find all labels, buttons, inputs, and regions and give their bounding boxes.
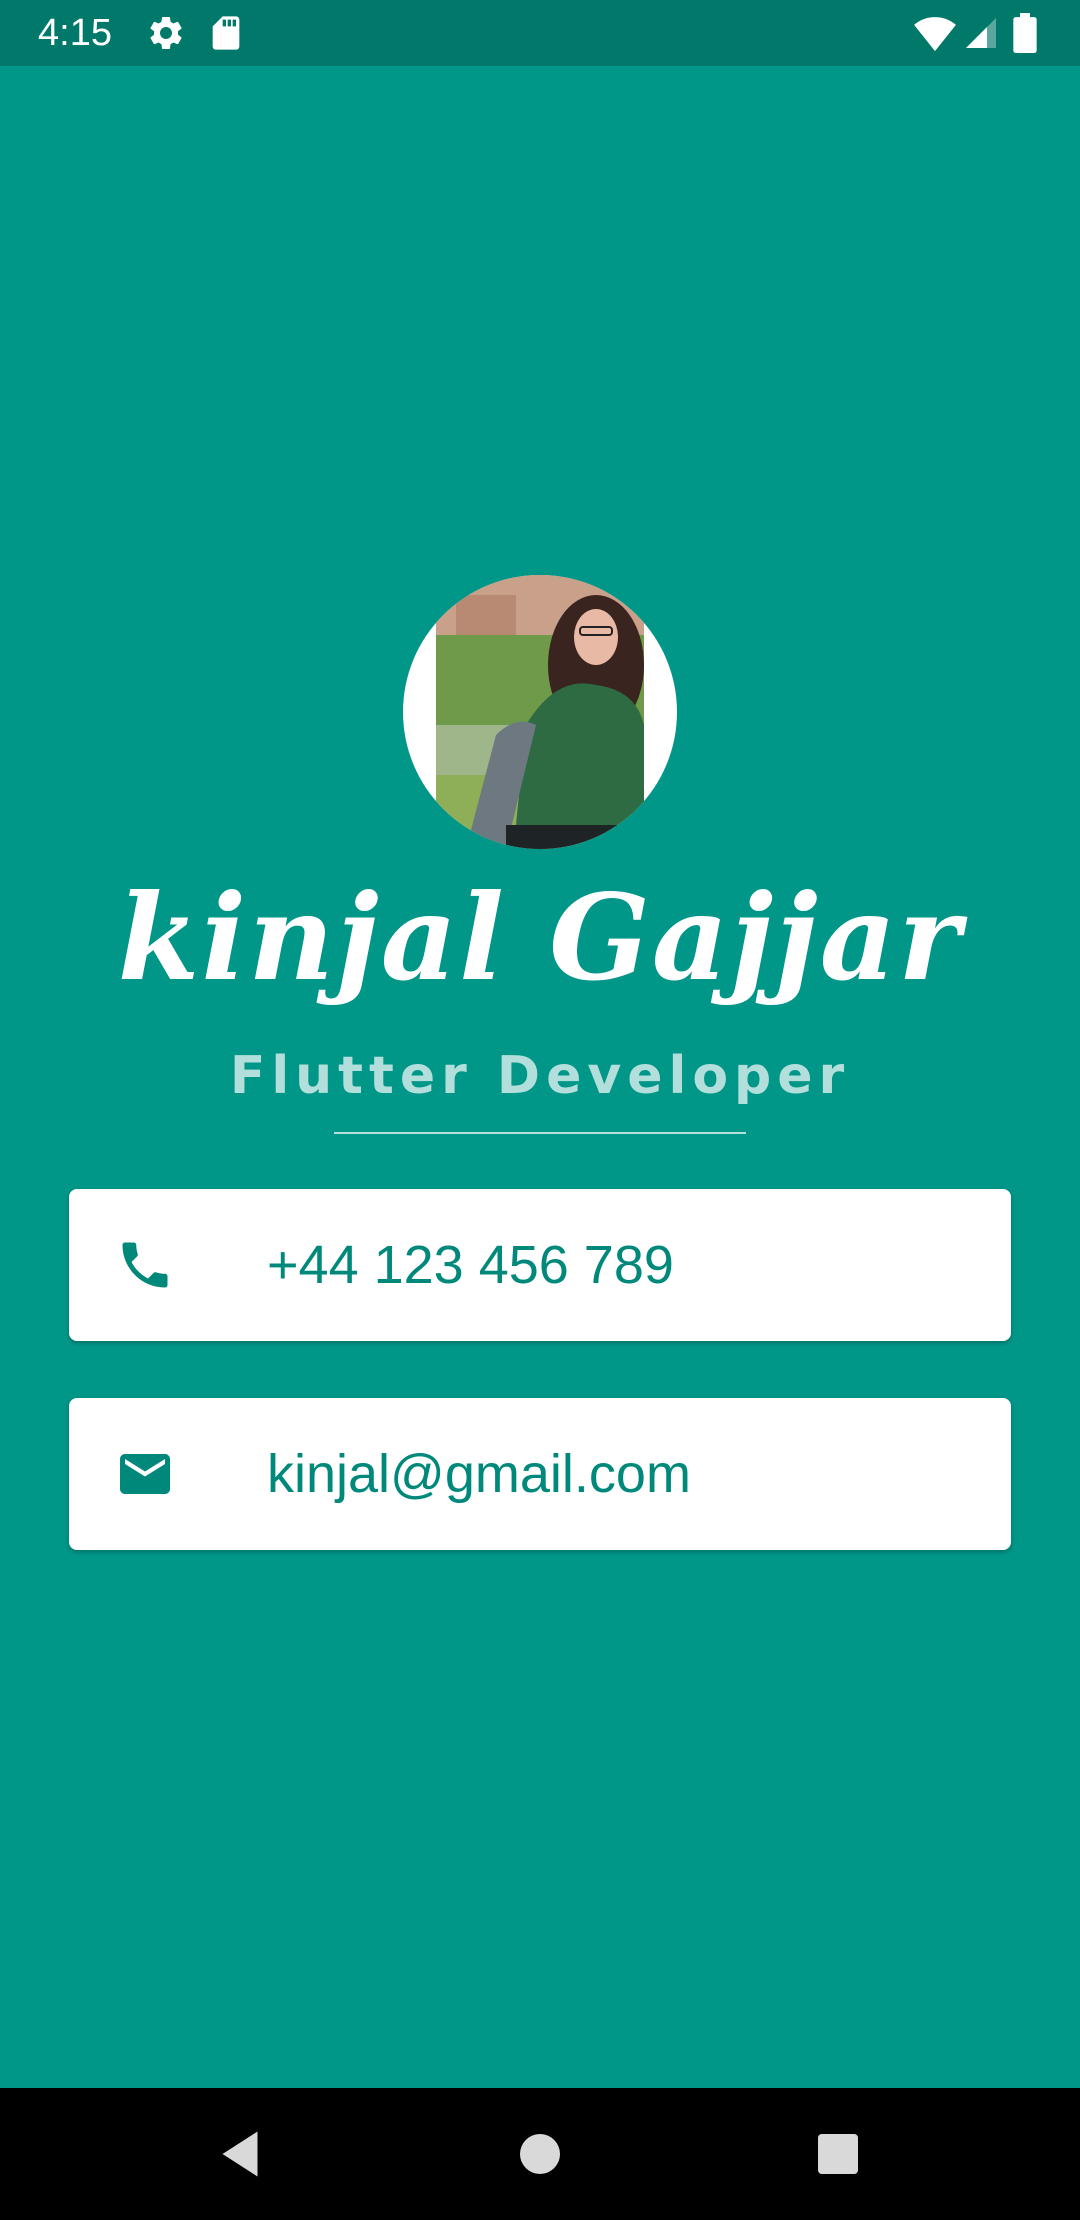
signal-icon xyxy=(963,13,1003,53)
gear-icon xyxy=(146,13,186,53)
back-icon[interactable] xyxy=(210,2124,270,2184)
phone-card[interactable]: +44 123 456 789 xyxy=(69,1189,1011,1341)
recents-icon[interactable] xyxy=(808,2124,868,2184)
phone-icon xyxy=(115,1235,175,1295)
navigation-bar xyxy=(0,2088,1080,2220)
wifi-icon xyxy=(913,13,956,53)
profile-title: Flutter Developer xyxy=(229,1046,851,1106)
battery-icon xyxy=(1012,13,1040,54)
status-time: 4:15 xyxy=(38,12,112,54)
profile-avatar xyxy=(403,575,677,849)
sd-card-icon xyxy=(206,13,246,53)
email-address: kinjal@gmail.com xyxy=(267,1444,691,1504)
mail-icon xyxy=(115,1444,175,1504)
profile-name: kinjal Gajjar xyxy=(117,868,963,1007)
status-bar: 4:15 xyxy=(0,0,1080,66)
home-icon[interactable] xyxy=(510,2124,570,2184)
phone-number: +44 123 456 789 xyxy=(267,1235,674,1295)
divider xyxy=(334,1132,746,1134)
email-card[interactable]: kinjal@gmail.com xyxy=(69,1398,1011,1550)
app-screen: 4:15 kinjal Gajjar Flutter Developer +44… xyxy=(0,0,1080,2220)
profile-photo xyxy=(436,575,644,849)
